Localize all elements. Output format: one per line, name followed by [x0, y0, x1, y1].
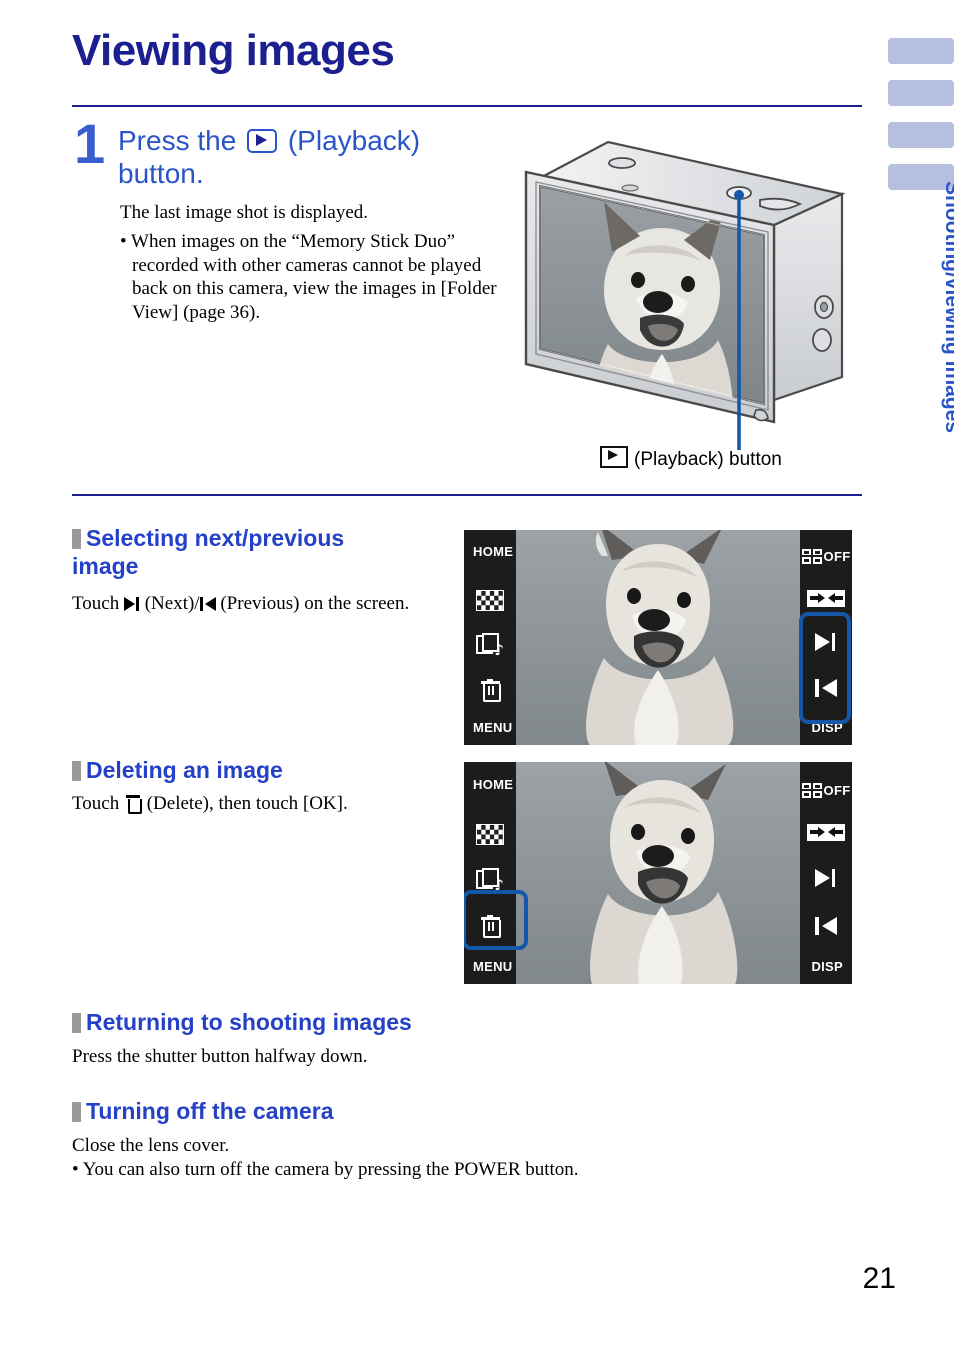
heading-turning-off-camera: Turning off the camera: [72, 1097, 334, 1125]
body-returning-to-shooting: Press the shutter button halfway down.: [72, 1046, 368, 1067]
side-tab-chip-1: [888, 38, 954, 64]
manual-page: Shooting/viewing images Viewing images 1…: [0, 0, 954, 1357]
section-marker: [72, 761, 81, 781]
dog-photo: [516, 762, 800, 984]
section-marker: [72, 1102, 81, 1122]
previous-image-button[interactable]: [800, 906, 852, 946]
delete-icon: [125, 795, 142, 814]
menu-button[interactable]: MENU: [473, 720, 512, 735]
side-tab-chip-2: [888, 80, 954, 106]
lcd-photo: [516, 530, 800, 745]
disp-button[interactable]: DISP: [811, 959, 843, 974]
slideshow-icon: ♪: [476, 633, 504, 658]
index-icon: [476, 823, 504, 845]
camera-svg: [524, 140, 846, 450]
lcd-screen-delete: HOME ♪ MENU OFF DISP: [464, 762, 852, 984]
playback-icon: [600, 446, 628, 468]
burst-grid-icon: [801, 548, 822, 564]
dog-photo: [516, 530, 800, 745]
heading-text: Selecting next/previous image: [72, 525, 345, 579]
body-turning-off-camera: Close the lens cover.: [72, 1135, 230, 1156]
section-marker: [72, 1013, 81, 1033]
burst-grid-icon: [801, 782, 822, 798]
divider-middle: [72, 494, 862, 496]
body-text-before: Touch: [72, 593, 120, 614]
heading-text: Turning off the camera: [86, 1098, 334, 1124]
body-text-after: (Previous) on the screen.: [220, 593, 410, 614]
delete-icon: [480, 679, 501, 702]
burst-mode-label: OFF: [823, 782, 851, 798]
body-text-after: (Delete), then touch [OK].: [146, 793, 348, 814]
playback-icon: [247, 129, 278, 153]
next-image-icon: [123, 597, 140, 611]
lcd-photo: [516, 762, 800, 984]
index-button[interactable]: [464, 580, 516, 620]
highlight-next-previous: [799, 612, 851, 724]
heading-returning-to-shooting: Returning to shooting images: [72, 1008, 412, 1036]
index-icon: [476, 589, 504, 611]
previous-image-icon: [199, 597, 216, 611]
burst-mode-label: OFF: [823, 548, 851, 564]
pan-arrows-button[interactable]: [800, 812, 852, 852]
pan-arrows-icon: [807, 589, 845, 607]
slideshow-icon: ♪: [476, 868, 504, 893]
page-number: 21: [862, 1262, 896, 1295]
highlight-delete: [464, 890, 528, 950]
home-button[interactable]: HOME: [473, 777, 513, 792]
body-deleting-an-image: Touch (Delete), then touch [OK].: [72, 792, 452, 815]
heading-text: Returning to shooting images: [86, 1009, 412, 1035]
divider-top: [72, 105, 862, 107]
camera-caption-text: (Playback) button: [634, 449, 782, 470]
section-marker: [72, 529, 81, 549]
step-bullet: • When images on the “Memory Stick Duo” …: [120, 231, 497, 323]
heading-deleting-an-image: Deleting an image: [72, 756, 283, 784]
previous-image-icon: [815, 917, 837, 935]
delete-button[interactable]: [464, 670, 516, 710]
side-tab-label: Shooting/viewing images: [941, 181, 954, 434]
body-text-mid: (Next)/: [144, 593, 200, 614]
menu-button[interactable]: MENU: [473, 959, 512, 974]
bullet-turning-off-camera: • You can also turn off the camera by pr…: [72, 1159, 579, 1180]
side-tab: Shooting/viewing images: [888, 38, 954, 538]
next-image-button[interactable]: [800, 858, 852, 898]
body-selecting-next-previous: Touch (Next)/ (Previous) on the screen.: [72, 592, 422, 615]
home-button[interactable]: HOME: [473, 544, 513, 559]
step-number: 1: [74, 112, 106, 175]
lcd-screen-next-previous: HOME ♪ MENU OFF DISP: [464, 530, 852, 745]
camera-illustration: [512, 132, 862, 482]
burst-mode-button[interactable]: OFF: [800, 770, 852, 810]
burst-mode-button[interactable]: OFF: [800, 536, 852, 576]
heading-text: Deleting an image: [86, 757, 283, 783]
pan-arrows-icon: [807, 823, 845, 841]
camera-caption: (Playback) button: [600, 446, 782, 471]
step-heading-before: Press the: [118, 125, 237, 156]
step-result-text: The last image shot is displayed.: [120, 202, 369, 223]
slideshow-button[interactable]: ♪: [464, 625, 516, 665]
index-button[interactable]: [464, 814, 516, 854]
step-heading: Press the (Playback) button.: [118, 124, 498, 190]
side-tab-chip-3: [888, 122, 954, 148]
page-title: Viewing images: [72, 26, 395, 75]
next-image-icon: [815, 869, 837, 887]
heading-selecting-next-previous: Selecting next/previous image: [72, 524, 402, 580]
body-text-before: Touch: [72, 793, 120, 814]
